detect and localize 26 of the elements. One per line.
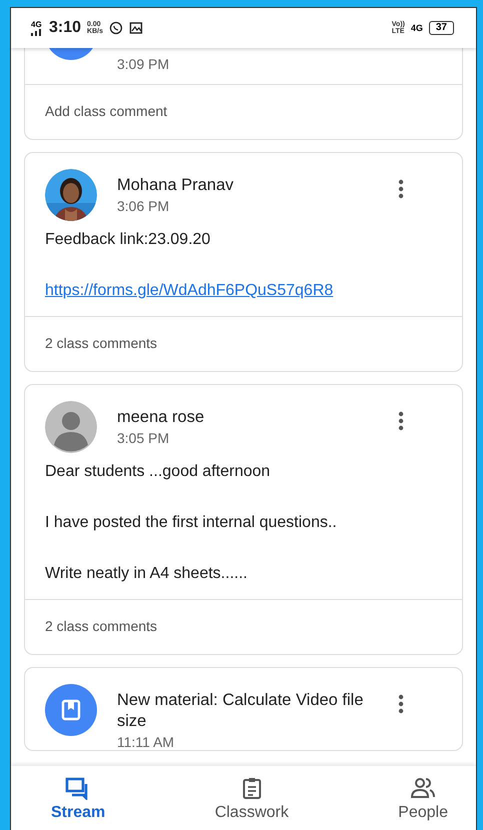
post-text: Dear students ...good afternoon: [45, 463, 272, 481]
nav-tab[interactable]: Classwork: [208, 766, 295, 830]
form-link[interactable]: https://forms.gle/WdAdhF6PQuS57q6R8: [45, 282, 442, 300]
avatar-icon: [45, 401, 97, 453]
post-time: 11:11 AM: [117, 734, 176, 750]
post-text: Write neatly in A4 sheets......: [45, 565, 248, 583]
post-text: Feedback link:23.09.20: [45, 231, 212, 249]
chat-icon: [108, 21, 123, 35]
nav-tab[interactable]: Stream: [45, 766, 112, 830]
post-time: 3:05 PM: [117, 430, 170, 446]
network-type: 4G: [410, 23, 423, 33]
material-icon: [45, 684, 97, 736]
post-author: meena rose: [117, 407, 206, 428]
post-author: New material: Calculate Video file size: [117, 690, 364, 732]
clock-time: 3:10: [49, 19, 82, 37]
post-time: 3:06 PM: [117, 198, 170, 214]
post-text: I have posted the first internal questions..: [45, 514, 338, 532]
nav-tab[interactable]: People: [392, 766, 454, 830]
post-time: 3:09 PM: [117, 56, 170, 72]
class-comments-link[interactable]: 2 class comments: [45, 335, 158, 351]
post-author: Mohana Pranav: [117, 175, 234, 196]
class-comments-link[interactable]: Add class comment: [45, 103, 168, 119]
people-icon: [409, 776, 438, 800]
battery-indicator: 37: [428, 21, 454, 35]
class-comments-link[interactable]: 2 class comments: [45, 618, 158, 634]
gallery-icon: [128, 21, 143, 35]
